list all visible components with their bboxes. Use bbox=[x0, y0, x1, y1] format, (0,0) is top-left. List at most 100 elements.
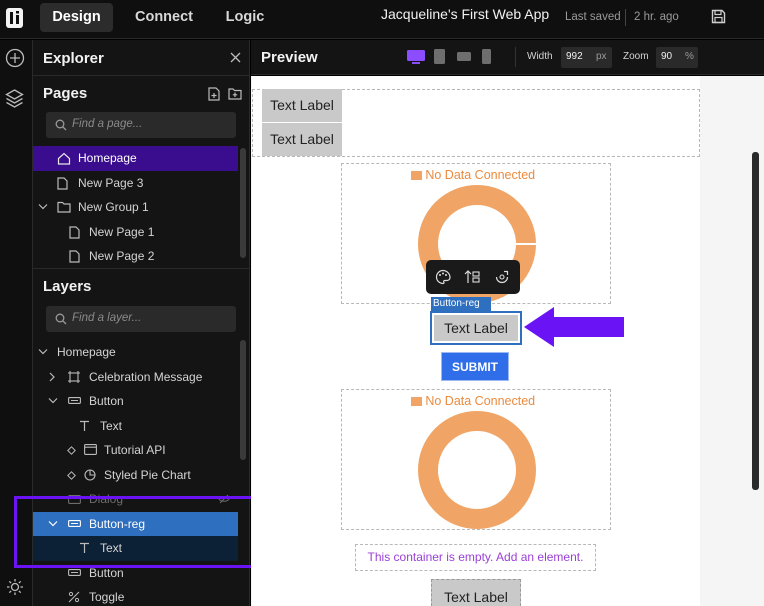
zoom-unit: % bbox=[685, 51, 694, 62]
layer-search-input[interactable]: Find a layer... bbox=[46, 306, 236, 332]
container-icon bbox=[68, 370, 80, 383]
folder-icon bbox=[57, 201, 71, 213]
api-window-icon bbox=[84, 444, 97, 455]
page-item-label: New Page 2 bbox=[89, 249, 155, 263]
top-bar: Design Connect Logic Jacqueline's First … bbox=[0, 0, 764, 39]
last-saved-label: Last saved bbox=[565, 11, 621, 23]
layer-item-button[interactable]: Button bbox=[33, 389, 238, 414]
chevron-right-icon[interactable] bbox=[48, 372, 56, 382]
legend-swatch bbox=[411, 171, 422, 180]
page-icon bbox=[69, 250, 80, 263]
chart-legend: No Data Connected bbox=[411, 168, 535, 182]
width-unit: px bbox=[596, 51, 607, 62]
no-data-message: No Data Connected bbox=[425, 168, 536, 182]
page-item-new-page-1[interactable]: New Page 1 bbox=[33, 220, 238, 245]
home-icon bbox=[57, 152, 71, 165]
page-item-new-page-2[interactable]: New Page 2 bbox=[33, 244, 238, 266]
search-icon bbox=[55, 119, 67, 131]
add-page-icon[interactable] bbox=[208, 87, 220, 101]
diamond-icon bbox=[67, 446, 76, 455]
layer-item-label: Button bbox=[89, 394, 124, 408]
layer-item-label: Celebration Message bbox=[89, 369, 203, 384]
layers-scrollbar[interactable] bbox=[240, 340, 246, 460]
page-item-label: New Group 1 bbox=[78, 200, 149, 214]
page-item-new-group-1[interactable]: New Group 1 bbox=[33, 195, 238, 220]
save-icon[interactable] bbox=[711, 9, 726, 24]
page-item-label: New Page 3 bbox=[78, 175, 144, 190]
layer-item-styled-pie-chart[interactable]: Styled Pie Chart bbox=[33, 463, 238, 488]
text-label[interactable]: Text Label bbox=[262, 89, 342, 122]
layer-item-toggle[interactable]: Toggle bbox=[33, 585, 238, 606]
page-frame: Text Label Text Label No Data Connected … bbox=[252, 76, 700, 606]
pages-title: Pages bbox=[43, 85, 88, 102]
add-icon[interactable] bbox=[5, 48, 25, 68]
text-label[interactable]: Text Label bbox=[262, 123, 342, 156]
tablet-device-icon[interactable] bbox=[434, 49, 445, 64]
toggle-icon bbox=[68, 591, 80, 603]
preview-toolbar: Preview Width 992 px Zoom 90 % bbox=[251, 40, 764, 75]
submit-button[interactable]: SUBMIT bbox=[441, 352, 509, 381]
divider bbox=[625, 9, 626, 26]
close-icon[interactable] bbox=[230, 52, 241, 63]
layer-highlight-box bbox=[14, 496, 256, 568]
page-icon bbox=[69, 225, 80, 239]
zoom-label: Zoom bbox=[623, 51, 649, 62]
page-item-label: New Page 1 bbox=[89, 224, 155, 239]
preview-title: Preview bbox=[261, 49, 318, 66]
chevron-down-icon[interactable] bbox=[48, 397, 58, 405]
text-icon bbox=[80, 420, 89, 431]
zoom-input[interactable]: 90 % bbox=[656, 47, 698, 68]
page-item-homepage[interactable]: Homepage bbox=[33, 146, 238, 171]
layer-item-celebration-message[interactable]: Celebration Message bbox=[33, 365, 238, 390]
refresh-icon[interactable] bbox=[494, 269, 510, 285]
pie-chart-container[interactable]: No Data Connected bbox=[341, 389, 611, 530]
swap-icon[interactable] bbox=[464, 269, 481, 285]
text-label[interactable]: Text Label bbox=[431, 579, 521, 606]
layer-item-text[interactable]: Text bbox=[33, 414, 238, 439]
palette-icon[interactable] bbox=[435, 269, 451, 285]
canvas-scrollbar[interactable] bbox=[752, 152, 759, 490]
pages-list: Homepage New Page 3 New Group 1 New Page… bbox=[33, 146, 250, 266]
mobile-device-icon[interactable] bbox=[482, 49, 491, 64]
app-title[interactable]: Jacqueline's First Web App bbox=[381, 6, 549, 22]
tab-design[interactable]: Design bbox=[40, 3, 113, 32]
selection-tag: Button-reg bbox=[431, 297, 491, 311]
selected-button[interactable]: Text Label bbox=[430, 311, 522, 345]
element-toolbar bbox=[426, 260, 520, 294]
layer-item-homepage[interactable]: Homepage bbox=[33, 340, 238, 365]
layer-item-label: Toggle bbox=[89, 590, 125, 604]
explorer-title: Explorer bbox=[43, 50, 104, 67]
width-label: Width bbox=[527, 51, 553, 62]
layer-item-label: Tutorial API bbox=[104, 443, 166, 457]
tab-logic[interactable]: Logic bbox=[217, 3, 273, 32]
layer-search-placeholder: Find a layer... bbox=[72, 312, 142, 324]
theme-sun-icon[interactable] bbox=[6, 578, 24, 596]
zoom-value: 90 bbox=[661, 51, 673, 62]
page-item-new-page-3[interactable]: New Page 3 bbox=[33, 171, 238, 196]
add-folder-icon[interactable] bbox=[228, 87, 242, 100]
layer-item-label: Styled Pie Chart bbox=[104, 467, 191, 482]
layer-item-tutorial-api[interactable]: Tutorial API bbox=[33, 438, 238, 463]
layers-icon[interactable] bbox=[4, 88, 25, 109]
no-data-message: No Data Connected bbox=[425, 394, 536, 408]
tablet-landscape-icon[interactable] bbox=[457, 52, 471, 61]
last-saved-time: 2 hr. ago bbox=[634, 11, 679, 23]
width-input[interactable]: 992 px bbox=[561, 47, 612, 68]
chart-legend: No Data Connected bbox=[411, 394, 535, 408]
pages-scrollbar[interactable] bbox=[240, 148, 246, 258]
app-logo-icon[interactable] bbox=[6, 8, 23, 28]
desktop-device-icon[interactable] bbox=[407, 50, 425, 64]
chevron-down-icon[interactable] bbox=[38, 203, 48, 211]
tab-connect[interactable]: Connect bbox=[128, 3, 200, 32]
button-reg-text: Text Label bbox=[434, 315, 518, 341]
diamond-icon bbox=[67, 470, 76, 480]
pie-chart-icon bbox=[84, 468, 96, 481]
layers-title: Layers bbox=[43, 278, 92, 295]
empty-container[interactable]: This container is empty. Add an element. bbox=[355, 544, 596, 571]
arrow-left-icon bbox=[524, 307, 624, 347]
layer-item-label: Text bbox=[100, 418, 123, 433]
chevron-down-icon[interactable] bbox=[38, 348, 48, 356]
page-search-input[interactable]: Find a page... bbox=[46, 112, 236, 138]
legend-swatch bbox=[411, 397, 422, 406]
donut-chart bbox=[418, 411, 536, 529]
